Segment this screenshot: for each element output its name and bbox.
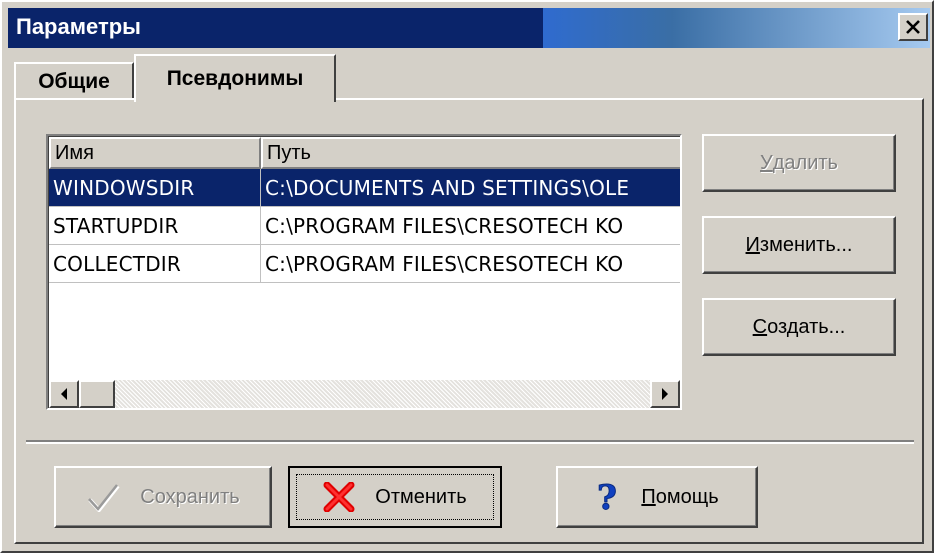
arrow-left-icon xyxy=(61,388,67,400)
tab-general[interactable]: Общие xyxy=(14,62,134,100)
column-header-name[interactable]: Имя xyxy=(49,137,261,169)
delete-button[interactable]: Удалить xyxy=(702,134,896,192)
checkmark-icon xyxy=(86,482,120,512)
alias-path: C:\PROGRAM FILES\CRESOTECH KO xyxy=(261,207,680,245)
cancel-button[interactable]: Отменить xyxy=(288,466,502,528)
list-item[interactable]: WINDOWSDIR C:\DOCUMENTS AND SETTINGS\OLE xyxy=(49,169,680,207)
list-header: Имя Путь xyxy=(49,137,680,169)
help-mnemonic: П xyxy=(641,485,656,508)
aliases-list[interactable]: Имя Путь WINDOWSDIR C:\DOCUMENTS AND SET… xyxy=(46,134,682,410)
scroll-right-button[interactable] xyxy=(650,380,680,408)
alias-path: C:\DOCUMENTS AND SETTINGS\OLE xyxy=(261,169,680,207)
delete-label: далить xyxy=(772,151,838,174)
svg-text:?: ? xyxy=(597,479,617,515)
parameters-dialog: Параметры Общие Псевдонимы Имя Путь WIND… xyxy=(0,0,934,553)
edit-label: зменить... xyxy=(759,233,853,256)
focus-rectangle xyxy=(296,474,494,520)
delete-mnemonic: У xyxy=(760,151,773,174)
tab-aliases[interactable]: Псевдонимы xyxy=(134,54,336,102)
save-label: Сохранить xyxy=(140,485,240,508)
edit-button[interactable]: Изменить... xyxy=(702,216,896,274)
help-label: омощь xyxy=(655,485,719,508)
alias-name: STARTUPDIR xyxy=(49,207,261,245)
scroll-track[interactable] xyxy=(115,380,650,408)
alias-path: C:\PROGRAM FILES\CRESOTECH KO xyxy=(261,245,680,283)
aliases-panel: Имя Путь WINDOWSDIR C:\DOCUMENTS AND SET… xyxy=(14,98,924,544)
question-mark-icon: ? xyxy=(595,479,621,515)
window-title: Параметры xyxy=(16,14,141,39)
separator xyxy=(26,440,914,444)
create-label: оздать... xyxy=(767,315,846,338)
scroll-thumb[interactable] xyxy=(79,380,115,408)
create-mnemonic: С xyxy=(752,315,768,338)
save-button[interactable]: Сохранить xyxy=(54,466,272,528)
list-item[interactable]: COLLECTDIR C:\PROGRAM FILES\CRESOTECH KO xyxy=(49,245,680,283)
alias-name: COLLECTDIR xyxy=(49,245,261,283)
horizontal-scrollbar[interactable] xyxy=(49,380,680,408)
list-item[interactable]: STARTUPDIR C:\PROGRAM FILES\CRESOTECH KO xyxy=(49,207,680,245)
title-bar[interactable]: Параметры xyxy=(8,8,930,48)
close-button[interactable] xyxy=(898,13,928,41)
arrow-right-icon xyxy=(662,388,668,400)
create-button[interactable]: Создать... xyxy=(702,298,896,356)
close-icon xyxy=(906,20,920,34)
column-header-path[interactable]: Путь xyxy=(261,137,680,169)
alias-name: WINDOWSDIR xyxy=(49,169,261,207)
scroll-left-button[interactable] xyxy=(49,380,79,408)
help-button[interactable]: ? Помощь xyxy=(556,466,758,528)
tab-strip: Общие Псевдонимы xyxy=(14,54,924,102)
edit-mnemonic: И xyxy=(745,233,760,256)
